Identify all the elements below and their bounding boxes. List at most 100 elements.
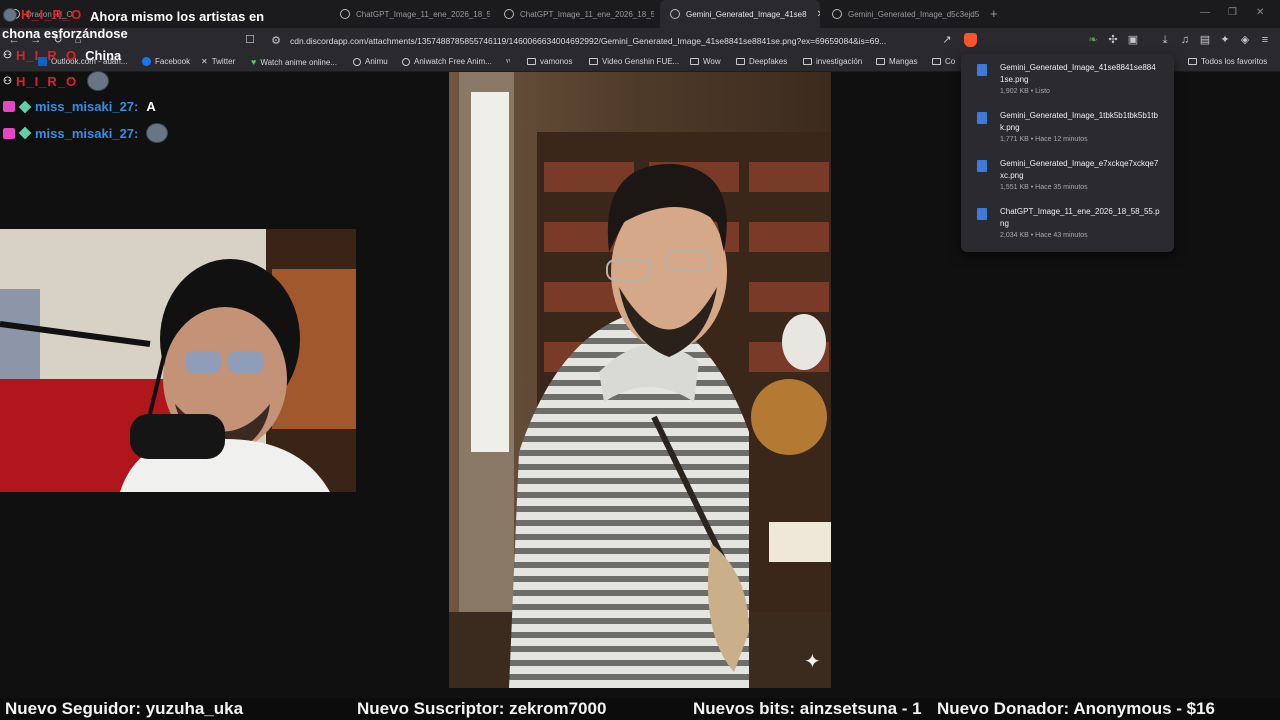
bookmark-animu[interactable]: Animu (353, 57, 388, 66)
tab-label: Gemini_Generated_Image_d5c3ejd5 (848, 9, 980, 19)
tab-label: ChatGPT_Image_11_ene_2026_18_58 (520, 9, 654, 19)
bookmark-label: Video Genshin FUE... (602, 57, 680, 66)
subscriber-badge-icon (3, 127, 15, 139)
folder-icon (803, 58, 812, 65)
wallet-icon[interactable]: ▤ (1199, 34, 1211, 46)
bookmark-label: Aniwatch Free Anim... (414, 57, 492, 66)
avatar-icon: ⚇ (3, 50, 12, 61)
bookmark-folder-mangas[interactable]: Mangas (876, 57, 917, 66)
bookmark-watch-anime[interactable]: ♥ Watch anime online... (251, 57, 337, 67)
tab-chatgpt-2[interactable]: ChatGPT_Image_11_ene_2026_18_58 (494, 0, 654, 28)
heart-icon: ♥ (251, 57, 257, 67)
sidebar-icon[interactable]: ▣ (1127, 34, 1139, 46)
globe-icon (340, 9, 350, 19)
leaf-icon[interactable]: ❧ (1087, 34, 1099, 46)
bookmark-label: Mangas (889, 57, 918, 66)
folder-icon (589, 58, 598, 65)
globe-icon (504, 9, 514, 19)
bookmark-folder-vamonos[interactable]: vamonos (527, 57, 572, 66)
globe-icon (402, 57, 410, 66)
screen: { "browser": { "tabs": [ {"label": "Drac… (0, 0, 1280, 720)
streamer-webcam (0, 229, 356, 492)
menu-icon[interactable]: ≡ (1259, 34, 1271, 46)
bookmark-folder-investigacion[interactable]: investigación (803, 57, 862, 66)
download-meta: 2,034 KB • Hace 43 minutos (1000, 232, 1088, 239)
download-meta: 1,551 KB • Hace 35 minutos (1000, 184, 1088, 191)
folder-icon (527, 58, 536, 65)
chat-username: miss_misaki_27: (35, 99, 139, 114)
subscriber-badge-icon (3, 101, 15, 112)
globe-icon (670, 9, 680, 19)
close-tab-icon[interactable]: ✕ (817, 9, 820, 20)
bookmark-folder-deepfakes[interactable]: Deepfakes (736, 57, 787, 66)
emote-icon (146, 123, 169, 143)
address-bar[interactable]: ⚙ cdn.discordapp.com/attachments/1357488… (262, 30, 962, 52)
webcam-overlay (0, 229, 356, 492)
bookmark-folder-co[interactable]: Co (932, 57, 955, 66)
stream-alert-bar: Nuevo Seguidor: yuzuha_uka Nuevo Suscrip… (0, 698, 1280, 720)
download-filename: Gemini_Generated_Image_e7xckqe7xckqe7xc.… (1000, 159, 1159, 180)
viewed-image: ✦ (449, 72, 831, 688)
sparkle-icon: ✦ (804, 649, 821, 673)
bookmark-label: Wow (703, 57, 721, 66)
facebook-icon (142, 57, 151, 66)
chat-message-text: China (85, 48, 122, 63)
folder-icon (690, 58, 699, 65)
bookmark-twitter[interactable]: ✕ Twitter (201, 57, 235, 66)
all-bookmarks[interactable]: Todos los favoritos (1188, 57, 1267, 66)
close-window-icon[interactable]: ✕ (1256, 7, 1264, 18)
bookmark-label: Deepfakes (749, 57, 788, 66)
bookmark-label: vamonos (540, 57, 573, 66)
file-icon (977, 208, 987, 220)
bookmark-facebook[interactable]: Facebook (142, 57, 190, 66)
new-donor-alert: Nuevo Donador: Anonymous - $16 (937, 699, 1216, 718)
new-bits-alert: Nuevos bits: ainzsetsuna - 1 (693, 699, 922, 718)
emote-icon (87, 71, 110, 91)
chat-message: miss_misaki_27: A (3, 99, 156, 114)
brave-shield-icon[interactable] (964, 33, 977, 47)
bookmark-label: Watch anime online... (260, 57, 337, 67)
vpn-icon[interactable]: ◈ (1239, 34, 1251, 46)
media-icon[interactable]: ♫ (1179, 34, 1191, 46)
download-filename: ChatGPT_Image_11_ene_2026_18_58_55.png (1000, 207, 1160, 228)
minimize-icon[interactable]: — (1200, 7, 1210, 18)
extensions-icon[interactable]: ✣ (1107, 34, 1119, 46)
tab-label: Gemini_Generated_Image_41se8 (686, 9, 807, 19)
gem-badge-icon (18, 126, 32, 140)
bookmark-folder-genshin[interactable]: Video Genshin FUE... (589, 57, 679, 66)
globe-icon (832, 9, 842, 19)
gem-badge-icon (18, 100, 32, 113)
tab-chatgpt-1[interactable]: ChatGPT_Image_11_ene_2026_18_58 (330, 0, 490, 28)
avatar-icon: ⚇ (3, 75, 12, 87)
download-icon[interactable]: ⤓ (1159, 34, 1171, 46)
file-icon (977, 160, 987, 172)
chat-message: ⚇ H_I_R_O (3, 71, 110, 91)
tab-gemini-2[interactable]: Gemini_Generated_Image_d5c3ejd5 (822, 0, 984, 28)
bookmark-folder-wow[interactable]: Wow (690, 57, 721, 66)
share-icon[interactable]: ↗ (941, 34, 953, 46)
chat-username: H_I_R_O (15, 48, 78, 63)
download-filename: Gemini_Generated_Image_41se8841se8841se.… (1000, 63, 1156, 84)
bookmark-label: Animu (365, 57, 388, 66)
download-filename: Gemini_Generated_Image_1tbk5b1tbk5b1tbk.… (1000, 111, 1158, 132)
bookmark-label: Co (945, 57, 956, 66)
maximize-icon[interactable]: ❐ (1228, 7, 1237, 18)
file-icon (977, 64, 987, 76)
folder-icon (876, 58, 885, 65)
new-follower-alert: Nuevo Seguidor: yuzuha_uka (5, 699, 244, 718)
leo-ai-icon[interactable]: ✦ (1219, 34, 1231, 46)
folder-icon (932, 58, 941, 65)
new-tab-button[interactable]: + (990, 6, 998, 21)
globe-icon (353, 57, 361, 66)
file-icon (977, 112, 987, 124)
x-icon: ✕ (201, 57, 208, 66)
folder-icon (1188, 58, 1197, 65)
bookmark-aniwatch[interactable]: Aniwatch Free Anim... (402, 57, 492, 66)
folder-icon (736, 58, 745, 65)
url-text[interactable]: cdn.discordapp.com/attachments/135748878… (290, 36, 930, 46)
download-meta: 1,902 KB • Listo (1000, 88, 1050, 95)
chat-message: miss_misaki_27: (3, 123, 169, 143)
bookmark-label: Twitter (211, 57, 236, 66)
portrait-photo: ✦ (449, 72, 831, 688)
tab-gemini-active[interactable]: Gemini_Generated_Image_41se8 ✕ (660, 0, 820, 28)
